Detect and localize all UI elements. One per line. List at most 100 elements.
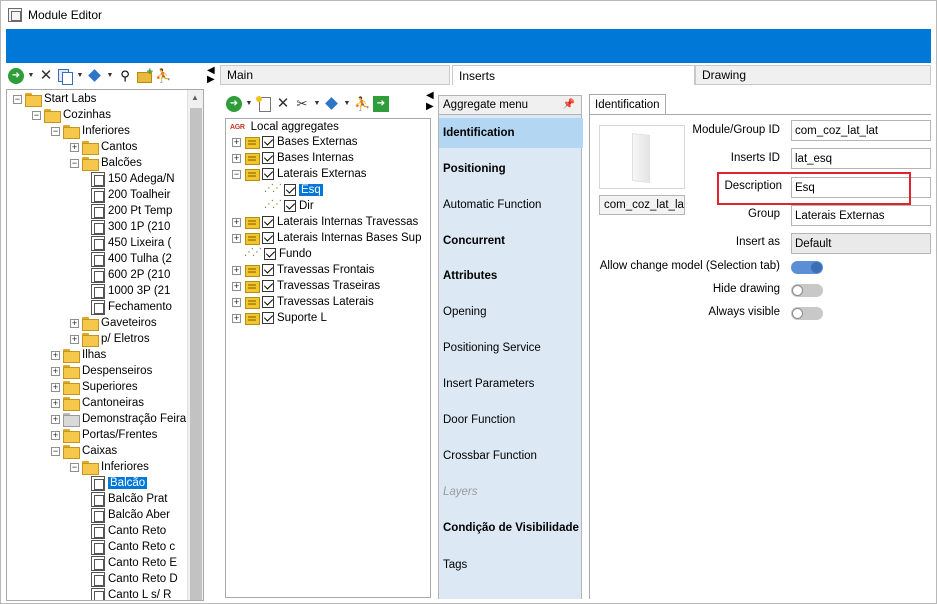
person-run-icon[interactable]: ⛹ [354, 96, 370, 112]
tree-item[interactable]: + p/ Eletros [70, 331, 150, 347]
chevron-down-icon[interactable]: ▼ [343, 96, 351, 112]
go-icon[interactable]: ➜ [8, 68, 24, 84]
delete-icon[interactable]: ✕ [38, 68, 54, 84]
tree-item[interactable]: Balcão Aber [89, 507, 170, 523]
go-icon[interactable]: ➜ [226, 96, 242, 112]
chevron-down-icon[interactable]: ▼ [27, 68, 35, 84]
expand-toggle-icon[interactable]: + [51, 398, 60, 408]
tree-item[interactable]: 200 Toalheir [89, 187, 170, 203]
enable-checkbox[interactable] [262, 312, 274, 324]
tree-item[interactable]: 150 Adega/N [89, 171, 175, 187]
aggregate-item[interactable]: + Travessas Laterais [232, 294, 374, 310]
expand-toggle-icon[interactable]: + [232, 265, 241, 275]
expand-toggle-icon[interactable]: − [51, 446, 60, 456]
aggregate-item[interactable]: + Travessas Frontais [232, 262, 374, 278]
aggregate-item[interactable]: ⋰⋰ Dir [252, 198, 314, 214]
expand-toggle-icon[interactable]: + [70, 142, 79, 152]
aggregate-item[interactable]: + Bases Externas [232, 134, 358, 150]
menu-item[interactable]: Positioning [439, 154, 583, 184]
tree-item[interactable]: + Portas/Frentes [51, 427, 157, 443]
tree-item[interactable]: − Inferiores [70, 459, 149, 475]
menu-item[interactable]: Layers [439, 477, 583, 507]
chevron-down-icon[interactable]: ▼ [76, 68, 84, 84]
tab-inserts[interactable]: Inserts [452, 65, 695, 85]
tree-item[interactable]: + Cantos [70, 139, 137, 155]
expand-toggle-icon[interactable]: + [232, 137, 241, 147]
expand-toggle-icon[interactable]: + [232, 313, 241, 323]
menu-item[interactable]: Condição de Visibilidade [439, 513, 583, 543]
tree-item[interactable]: 1000 3P (21 [89, 283, 170, 299]
add-folder-icon[interactable] [136, 64, 153, 84]
pin-icon[interactable]: 📌 [563, 99, 575, 110]
menu-item[interactable]: Attributes [439, 261, 583, 291]
menu-item[interactable]: Door Function [439, 405, 583, 435]
tab-main[interactable]: Main [220, 65, 450, 85]
chevron-down-icon[interactable]: ▼ [106, 68, 114, 84]
expand-toggle-icon[interactable]: + [70, 318, 79, 328]
delete-icon[interactable]: ✕ [275, 96, 291, 112]
menu-item[interactable]: Positioning Service [439, 333, 583, 363]
expand-toggle-icon[interactable]: − [32, 110, 41, 120]
tab-identification[interactable]: Identification [589, 94, 666, 114]
tree-item[interactable]: − Cozinhas [32, 107, 111, 123]
enable-checkbox[interactable] [262, 152, 274, 164]
enable-checkbox[interactable] [262, 136, 274, 148]
tree-item[interactable]: + Cantoneiras [51, 395, 144, 411]
local-aggregates-root[interactable]: AGR Local aggregates [230, 119, 339, 135]
expand-toggle-icon[interactable]: + [70, 334, 79, 344]
insert-as-select[interactable]: Default [791, 233, 931, 254]
tree-item[interactable]: − Start Labs [13, 91, 96, 107]
enable-checkbox[interactable] [262, 264, 274, 276]
find-icon[interactable]: ⚲ [117, 68, 133, 84]
aggregate-item[interactable]: + Bases Internas [232, 150, 354, 166]
aggregate-item[interactable]: ⋰⋰ Esq [252, 182, 323, 198]
aggregates-tree[interactable]: AGR Local aggregates + Bases Externas + Bas… [225, 118, 431, 598]
chevron-down-icon[interactable]: ▼ [245, 96, 253, 112]
collapse-arrow-icon[interactable]: ◀ [426, 90, 434, 101]
enable-checkbox[interactable] [262, 296, 274, 308]
move-icon[interactable] [324, 96, 340, 112]
expand-toggle-icon[interactable]: + [232, 217, 241, 227]
group-select[interactable]: Laterais Externas [791, 205, 931, 226]
enable-checkbox[interactable] [264, 248, 276, 260]
expand-arrow-icon[interactable]: ▶ [207, 74, 215, 85]
enable-checkbox[interactable] [262, 232, 274, 244]
tree-item[interactable]: 400 Tulha (2 [89, 251, 172, 267]
cut-icon[interactable]: ✂ [294, 96, 310, 112]
tree-item[interactable]: + Demonstração Feira [51, 411, 186, 427]
scroll-thumb[interactable] [190, 108, 202, 600]
tree-item[interactable]: + Despenseiros [51, 363, 152, 379]
tree-item[interactable]: Canto Reto [89, 523, 166, 539]
tree-item[interactable]: − Balcões [70, 155, 142, 171]
aggregate-item[interactable]: + Travessas Traseiras [232, 278, 380, 294]
module-group-id-field[interactable]: com_coz_lat_lat [791, 120, 931, 141]
aggregate-item[interactable]: + Laterais Internas Travessas [232, 214, 418, 230]
enable-checkbox[interactable] [262, 280, 274, 292]
tree-item[interactable]: − Caixas [51, 443, 117, 459]
expand-toggle-icon[interactable]: − [70, 462, 79, 472]
tree-item[interactable]: 300 1P (210 [89, 219, 170, 235]
tree-scrollbar[interactable]: ▲ [187, 90, 203, 600]
tree-item[interactable]: Balcão Prat [89, 491, 167, 507]
menu-item[interactable]: Insert Parameters [439, 369, 583, 399]
expand-toggle-icon[interactable]: + [232, 281, 241, 291]
aggregate-item[interactable]: ⋰⋰ Fundo [232, 246, 312, 262]
expand-toggle-icon[interactable]: + [232, 153, 241, 163]
expand-toggle-icon[interactable]: − [13, 94, 22, 104]
allow-change-model-toggle[interactable] [791, 261, 823, 274]
hide-drawing-toggle[interactable] [791, 284, 823, 297]
scroll-up-icon[interactable]: ▲ [191, 93, 199, 102]
aggregate-item[interactable]: − Laterais Externas [232, 166, 367, 182]
expand-toggle-icon[interactable]: + [51, 414, 60, 424]
move-icon[interactable] [87, 68, 103, 84]
enable-checkbox[interactable] [284, 200, 296, 212]
expand-toggle-icon[interactable]: − [70, 158, 79, 168]
copy-icon[interactable] [57, 68, 73, 85]
expand-toggle-icon[interactable]: − [51, 126, 60, 136]
tree-item[interactable]: − Inferiores [51, 123, 130, 139]
aggregate-item[interactable]: + Laterais Internas Bases Sup [232, 230, 421, 246]
tree-item[interactable]: Canto Reto c [89, 539, 175, 555]
export-icon[interactable]: ➔ [373, 96, 389, 112]
person-run-icon[interactable]: ⛹ [155, 68, 171, 84]
expand-arrow-icon[interactable]: ▶ [426, 101, 434, 112]
